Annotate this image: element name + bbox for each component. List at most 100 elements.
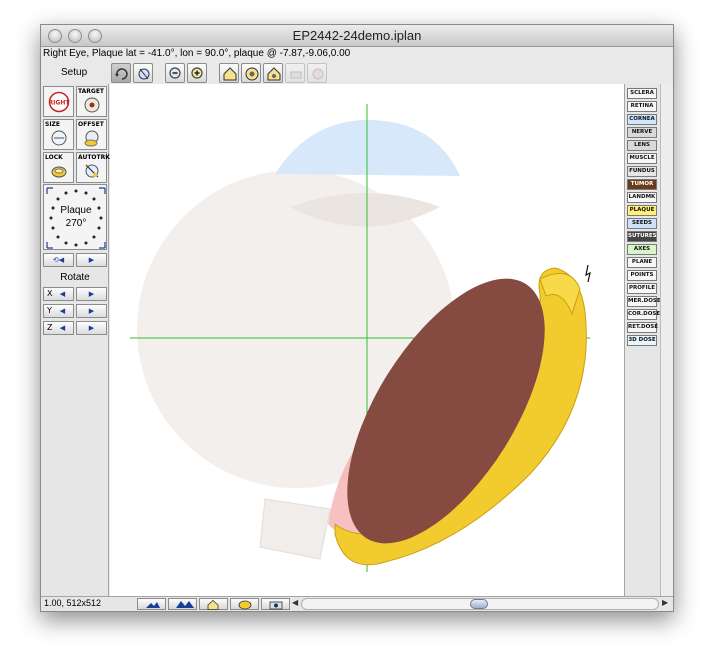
layer-toggle-muscle[interactable]: MUSCLE: [627, 153, 657, 164]
home-button[interactable]: [199, 598, 228, 610]
layer-toggle-cornea[interactable]: CORNEA: [627, 114, 657, 125]
lock-icon: [51, 166, 67, 178]
left-control-panel: RIGHT TARGET SIZE OFFSET LOCK AUTOTRK Pl…: [41, 84, 110, 596]
layer-toggle-tumor[interactable]: TUMOR: [627, 179, 657, 190]
layer-toggle-fundus[interactable]: FUNDUS: [627, 166, 657, 177]
rotate-view-icon: [115, 68, 128, 80]
arrow-right-icon: ▶: [88, 290, 95, 298]
offset-label: OFFSET: [78, 121, 104, 128]
camera-icon: [269, 601, 283, 610]
view-d-button[interactable]: [307, 63, 327, 83]
arrow-left-icon: ◀: [59, 290, 66, 298]
arrow-right-icon: ▶: [88, 324, 95, 332]
layer-toggle-landmk[interactable]: LANDMK: [627, 192, 657, 203]
rotate-y-plus-button[interactable]: ▶: [76, 304, 107, 318]
arrow-right-icon: ▶: [88, 256, 95, 264]
plaque-rotation-dial[interactable]: Plaque 270°: [43, 184, 107, 250]
layer-toggle-plaque[interactable]: PLAQUE: [627, 205, 657, 216]
mountain-high-icon: [176, 601, 194, 608]
view-b-icon: [267, 67, 281, 81]
dial-value: 270°: [65, 218, 87, 229]
layer-toggle-lens[interactable]: LENS: [627, 140, 657, 151]
size-icon: [51, 130, 67, 146]
view-a-icon: [245, 67, 259, 81]
autotrack-button[interactable]: AUTOTRK: [76, 152, 110, 183]
3d-eye-viewport[interactable]: [110, 84, 624, 596]
size-button[interactable]: SIZE: [43, 119, 74, 150]
right-eye-icon: RIGHT: [49, 91, 70, 113]
dial-rotate-right-button[interactable]: ▶: [76, 253, 107, 267]
layer-toggle-retina[interactable]: RETINA: [627, 101, 657, 112]
layer-toggle-profile[interactable]: PROFILE: [627, 283, 657, 294]
view-a-button[interactable]: [241, 63, 261, 83]
right-eye-button[interactable]: RIGHT: [43, 86, 74, 117]
optic-nerve: [259, 498, 331, 560]
perspective-icon: [138, 68, 150, 80]
scroll-left-arrow[interactable]: ◀: [292, 598, 298, 607]
horizontal-scroll-thumb[interactable]: [470, 599, 488, 609]
axis-z-label: Z: [47, 323, 53, 332]
home-view-button[interactable]: [219, 63, 239, 83]
layer-visibility-panel: SCLERA RETINA CORNEA NERVE LENS MUSCLE FUNDUS T…: [624, 84, 673, 596]
dial-rotate-left-button[interactable]: ⟲◀: [43, 253, 74, 267]
arrow-left-icon: ◀: [59, 307, 66, 315]
dial-label: Plaque: [60, 205, 92, 216]
offset-button[interactable]: OFFSET: [76, 119, 107, 150]
layer-toggle-ret-dose[interactable]: RET.DOSE: [627, 322, 658, 333]
rotate-z-minus-button[interactable]: Z ◀: [43, 321, 74, 335]
layer-toggle-points[interactable]: POINTS: [627, 270, 657, 281]
rotate-view-button[interactable]: [111, 63, 131, 83]
bottom-bar: 1.00, 512x512 ◀ ▶: [41, 596, 673, 611]
target-icon: [84, 97, 100, 113]
zoom-out-icon: [169, 67, 181, 79]
layer-toggle-plane[interactable]: PLANE: [627, 257, 657, 268]
title-bar[interactable]: EP2442-24demo.iplan: [41, 25, 673, 47]
layer-toggle-sutures[interactable]: SUTURES: [627, 231, 657, 242]
layer-toggle-cor-dose[interactable]: COR.DOSE: [627, 309, 660, 320]
zoom-in-icon: [191, 67, 203, 79]
size-label: SIZE: [45, 121, 61, 128]
house-icon: [207, 600, 219, 610]
rotate-z-plus-button[interactable]: ▶: [76, 321, 107, 335]
eye-model-render: [130, 104, 591, 572]
autotrack-icon: [85, 164, 99, 178]
lock-label: LOCK: [45, 154, 63, 161]
plaque-icon: [238, 600, 252, 610]
arrow-right-icon: ▶: [88, 307, 95, 315]
plaque-view-button[interactable]: [230, 598, 259, 610]
layer-toggle-3d-dose[interactable]: 3D DOSE: [627, 335, 657, 346]
home-view-icon: [223, 67, 237, 81]
layer-toggle-seeds[interactable]: SEEDS: [627, 218, 657, 229]
setup-label: Setup: [61, 67, 88, 78]
low-elevation-button[interactable]: [137, 598, 166, 610]
view-c-button[interactable]: [285, 63, 305, 83]
layer-toggle-nerve[interactable]: NERVE: [627, 127, 657, 138]
target-label: TARGET: [78, 88, 105, 95]
svg-text:RIGHT: RIGHT: [49, 100, 70, 107]
target-button[interactable]: TARGET: [76, 86, 107, 117]
horizontal-scrollbar[interactable]: [301, 598, 659, 610]
high-elevation-button[interactable]: [168, 598, 197, 610]
axis-y-label: Y: [47, 306, 52, 315]
camera-button[interactable]: [261, 598, 290, 610]
scroll-right-arrow[interactable]: ▶: [662, 598, 668, 607]
zoom-in-button[interactable]: [187, 63, 207, 83]
layer-toggle-axes[interactable]: AXES: [627, 244, 657, 255]
rotate-x-plus-button[interactable]: ▶: [76, 287, 107, 301]
lock-button[interactable]: LOCK: [43, 152, 74, 183]
vertical-scrollbar[interactable]: [660, 84, 673, 596]
rotate-x-minus-button[interactable]: X ◀: [43, 287, 74, 301]
view-c-icon: [290, 71, 302, 79]
layer-toggle-sclera[interactable]: SCLERA: [627, 88, 657, 99]
plaque-status-line: Right Eye, Plaque lat = -41.0°, lon = 90…: [43, 48, 351, 59]
perspective-button[interactable]: [133, 63, 153, 83]
arrow-left-icon: ◀: [59, 324, 66, 332]
view-d-icon: [312, 68, 324, 80]
view-b-button[interactable]: [263, 63, 283, 83]
axis-x-label: X: [47, 289, 53, 298]
layer-toggle-mer-dose[interactable]: MER.DOSE: [627, 296, 661, 307]
rotate-y-minus-button[interactable]: Y ◀: [43, 304, 74, 318]
offset-icon: [84, 130, 99, 147]
zoom-out-button[interactable]: [165, 63, 185, 83]
window-title: EP2442-24demo.iplan: [292, 28, 422, 43]
